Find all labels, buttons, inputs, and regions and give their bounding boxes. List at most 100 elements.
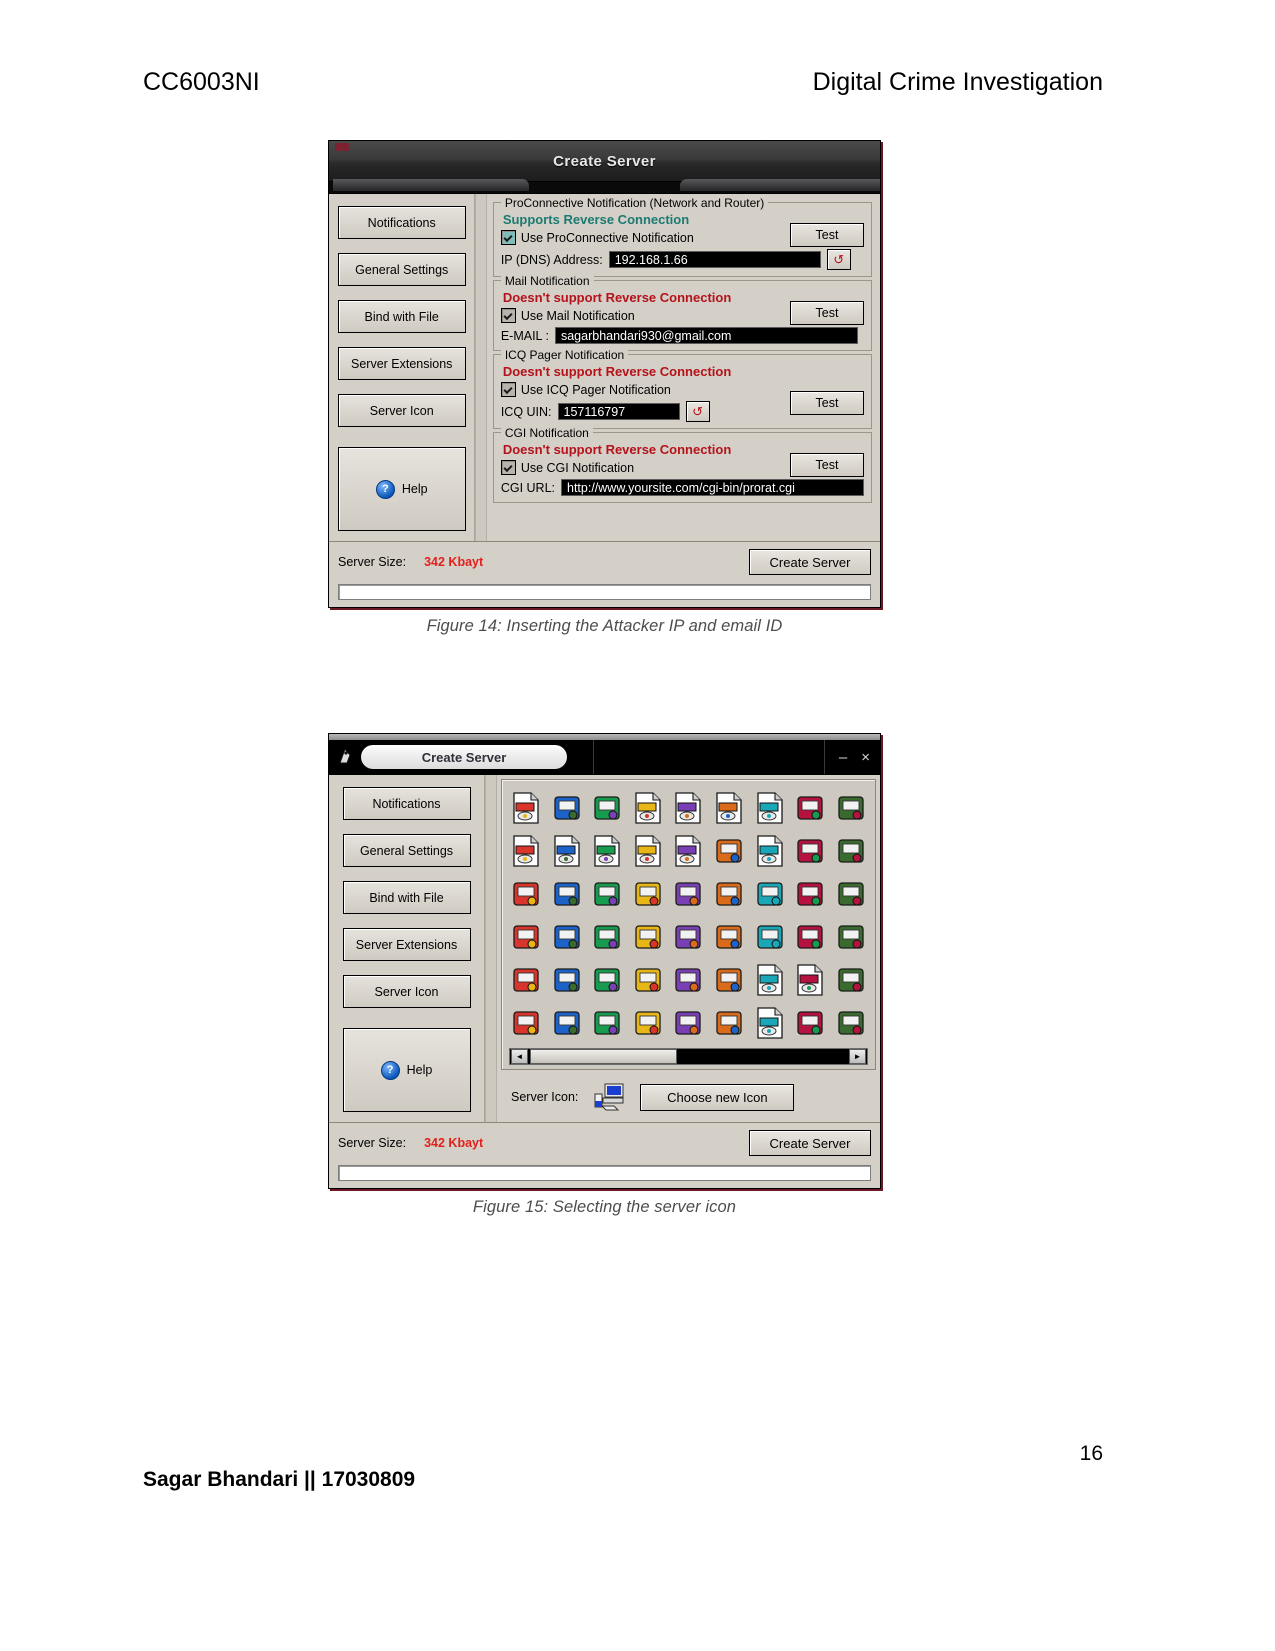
server-size-label: Server Size: [338, 1136, 407, 1150]
sidebar-item-notifications[interactable]: Notifications [337, 206, 466, 239]
blue-shield-icon[interactable] [671, 962, 706, 998]
key-diamond-icon[interactable] [631, 919, 666, 955]
network-globe-icon[interactable] [752, 876, 787, 912]
paint-palette-icon[interactable] [833, 790, 868, 826]
bomb-document-icon[interactable] [590, 833, 625, 869]
server-icon-panel: ◄ ► Server Icon: Choose new Icon [497, 775, 880, 1122]
remote-control-icon[interactable] [793, 1005, 828, 1041]
notepad-note-icon[interactable] [550, 876, 585, 912]
computer-monitor-icon[interactable] [671, 876, 706, 912]
help-circle-icon: ? [375, 479, 395, 499]
sidebar-item-bind-with-file[interactable]: Bind with File [342, 881, 471, 914]
asp-document-icon[interactable] [752, 962, 787, 998]
help-button[interactable]: ? Help [337, 447, 466, 531]
floppy-save-icon[interactable] [631, 876, 666, 912]
pen-holder-icon[interactable] [793, 790, 828, 826]
robot-face-icon[interactable] [712, 919, 747, 955]
yellow-folder-icon[interactable] [550, 919, 585, 955]
bmp-preview-icon[interactable] [631, 790, 666, 826]
help-button[interactable]: ? Help [342, 1028, 471, 1112]
test-button-mail[interactable]: Test [790, 301, 864, 325]
image-edit-green-icon[interactable] [550, 790, 585, 826]
java-document-icon[interactable] [752, 1005, 787, 1041]
green-dragon-icon[interactable] [590, 962, 625, 998]
refresh-ip-button[interactable]: ↺ [826, 249, 851, 270]
help-button-label: Help [401, 482, 428, 496]
desktop-screen-icon[interactable] [833, 1005, 868, 1041]
purple-shield-icon[interactable] [631, 962, 666, 998]
cd-disc-icon[interactable] [833, 876, 868, 912]
test-button-icq[interactable]: Test [790, 391, 864, 415]
blank-document-icon[interactable] [631, 833, 666, 869]
create-server-button[interactable]: Create Server [749, 549, 871, 575]
firework-icon[interactable] [833, 962, 868, 998]
icon-grid-scrollbar[interactable]: ◄ ► [509, 1048, 868, 1065]
mario-character-icon[interactable] [550, 962, 585, 998]
gif-preview-icon[interactable] [712, 790, 747, 826]
cd-rom-disc-icon[interactable] [590, 1005, 625, 1041]
camera-icon[interactable] [550, 1005, 585, 1041]
field-label: ICQ UIN: [500, 404, 552, 419]
money-bag-icon[interactable] [509, 962, 544, 998]
internet-explorer-document-icon[interactable] [671, 833, 706, 869]
data-chart-icon[interactable] [590, 919, 625, 955]
white-window-icon[interactable] [671, 919, 706, 955]
checkbox-label: Use CGI Notification [520, 460, 635, 475]
pda-device-icon[interactable] [712, 962, 747, 998]
globe-explorer-icon[interactable] [833, 833, 868, 869]
sidebar-item-server-icon[interactable]: Server Icon [337, 394, 466, 427]
create-server-button[interactable]: Create Server [749, 1130, 871, 1156]
shield-key-icon[interactable] [712, 876, 747, 912]
photo-document-icon[interactable] [752, 790, 787, 826]
red-heart-icon[interactable] [752, 919, 787, 955]
test-button-label: Test [815, 306, 839, 320]
scroll-right-arrow-icon[interactable]: ► [849, 1049, 866, 1064]
pink-rose-icon[interactable] [793, 919, 828, 955]
sidebar-item-general-settings[interactable]: General Settings [337, 253, 466, 286]
checkbox-label: Use ICQ Pager Notification [520, 382, 671, 397]
sidebar-item-server-icon[interactable]: Server Icon [342, 975, 471, 1008]
red-arrow-app-icon[interactable] [590, 876, 625, 912]
internet-explorer-blue-icon[interactable] [712, 833, 747, 869]
sidebar-item-server-extensions[interactable]: Server Extensions [342, 928, 471, 961]
pencil-cup-document-icon[interactable] [509, 790, 544, 826]
dvd-drive-icon[interactable] [671, 1005, 706, 1041]
music-folder-icon[interactable] [712, 1005, 747, 1041]
sidebar-item-label: Bind with File [369, 890, 444, 905]
sidebar-item-notifications[interactable]: Notifications [342, 787, 471, 820]
mobile-phone-icon[interactable] [631, 1005, 666, 1041]
ip-address-input[interactable]: 192.168.1.66 [608, 251, 821, 268]
test-button-proconnective[interactable]: Test [790, 223, 864, 247]
test-button-cgi[interactable]: Test [790, 453, 864, 477]
cgi-url-input[interactable]: http://www.yoursite.com/cgi-bin/prorat.c… [561, 479, 864, 496]
internet-explorer-icon[interactable] [793, 833, 828, 869]
email-input[interactable]: sagarbhandari930@gmail.com [554, 327, 858, 344]
icq-uin-input[interactable]: 157116797 [557, 403, 680, 420]
page-number: 16 [1079, 1442, 1103, 1465]
red-lips-icon[interactable] [509, 919, 544, 955]
monitor-display-icon[interactable] [793, 876, 828, 912]
choose-new-icon-button[interactable]: Choose new Icon [640, 1083, 795, 1111]
sidebar-item-bind-with-file[interactable]: Bind with File [337, 300, 466, 333]
cgi-document-icon[interactable] [793, 962, 828, 998]
sidebar-item-server-extensions[interactable]: Server Extensions [337, 347, 466, 380]
sidebar-item-general-settings[interactable]: General Settings [342, 834, 471, 867]
sidebar-nav: Notifications General Settings Bind with… [329, 194, 476, 541]
gift-box-icon[interactable] [833, 919, 868, 955]
question-document-icon[interactable] [752, 833, 787, 869]
image-edit-red-icon[interactable] [590, 790, 625, 826]
close-icon[interactable]: × [861, 750, 870, 765]
sidebar-item-label: Server Icon [369, 403, 434, 418]
tab-create-server[interactable]: Create Server [361, 745, 567, 769]
refresh-icq-button[interactable]: ↺ [685, 401, 710, 422]
scroll-left-arrow-icon[interactable]: ◄ [511, 1049, 528, 1064]
monitor-setup-icon[interactable] [509, 876, 544, 912]
scrollbar-thumb[interactable] [530, 1049, 677, 1064]
minimize-icon[interactable]: – [839, 750, 847, 765]
icon-grid[interactable] [507, 786, 870, 1045]
red-lips-document-icon[interactable] [550, 833, 585, 869]
hard-disk-icon[interactable] [509, 1005, 544, 1041]
jpg-preview-icon[interactable] [671, 790, 706, 826]
search-document-icon[interactable] [509, 833, 544, 869]
window-title: Create Server [553, 152, 656, 170]
